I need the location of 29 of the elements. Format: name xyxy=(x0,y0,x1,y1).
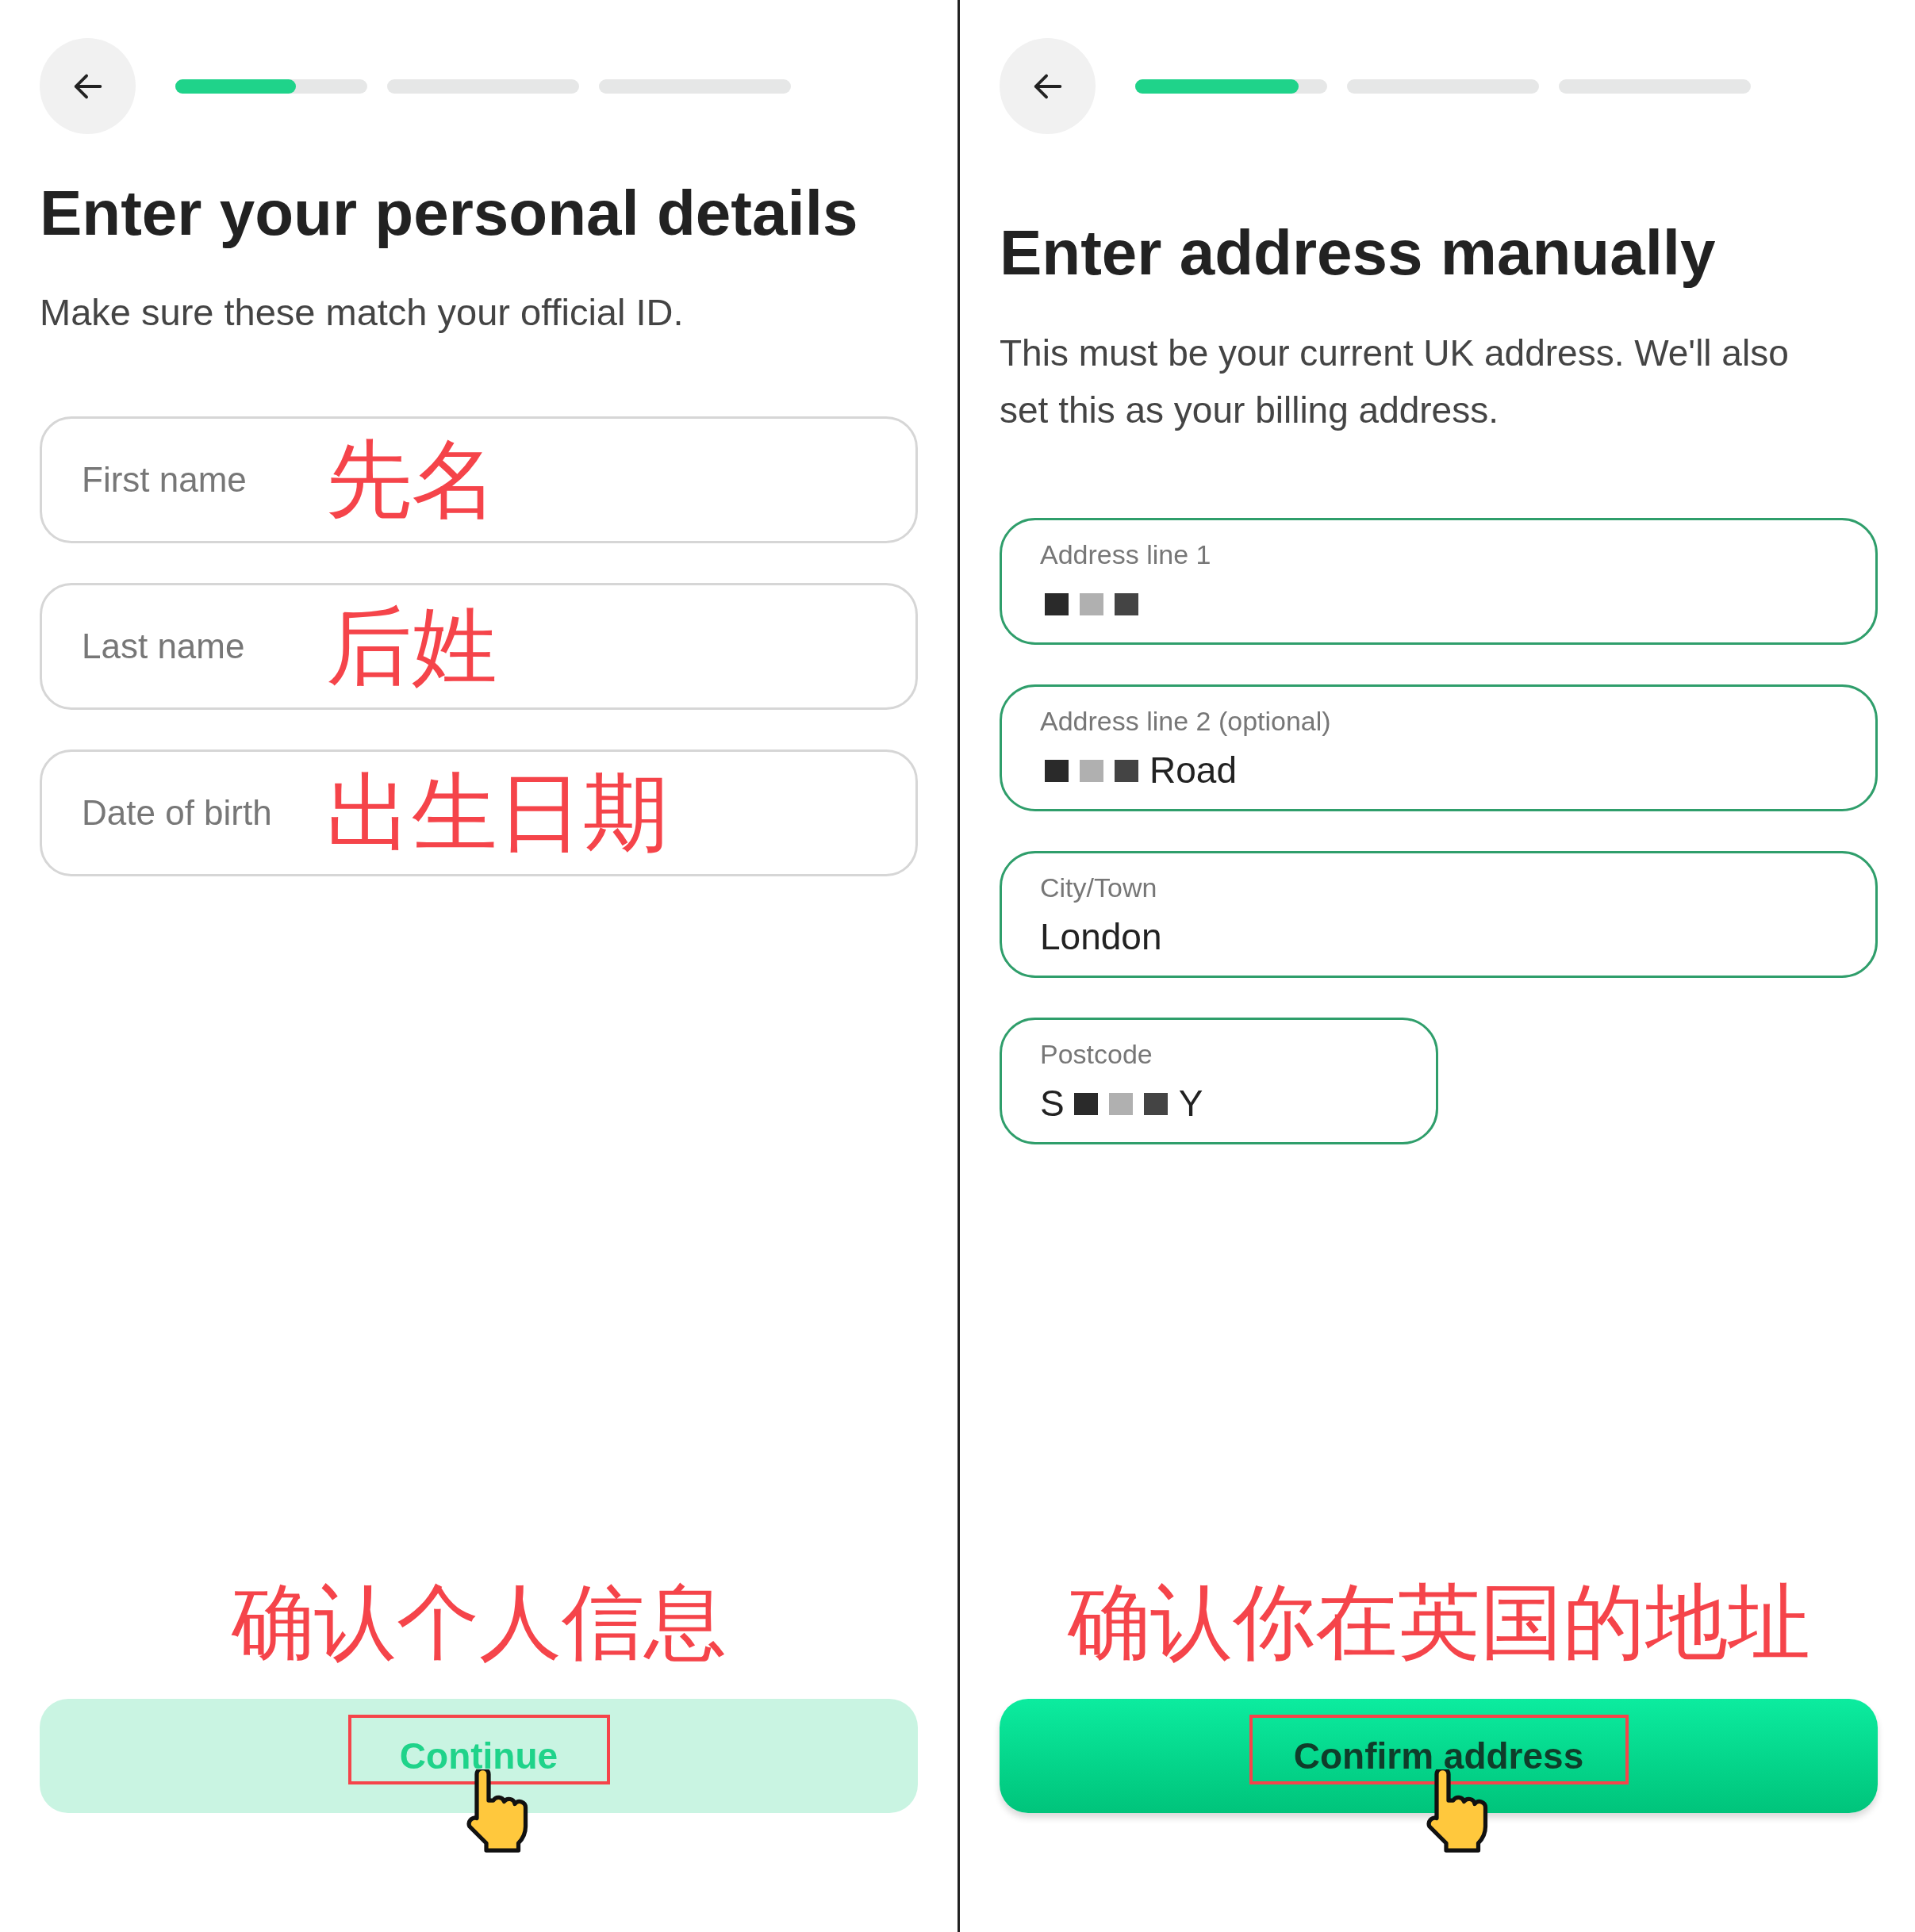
page-subtitle: This must be your current UK address. We'll also set this as your billing address. xyxy=(1000,332,1790,432)
annotation-text: 确认个人信息 xyxy=(230,1581,727,1663)
field-label: Address line 2 (optional) xyxy=(1040,705,1332,738)
field-label: City/Town xyxy=(1040,872,1158,904)
page-subtitle: Make sure these match your official ID. xyxy=(40,290,685,335)
text-field[interactable]: Address line 2 (optional) Road xyxy=(1000,684,1878,811)
text-field[interactable]: First name 先名 xyxy=(40,416,918,543)
page-title: Enter address manually xyxy=(1000,217,1717,289)
primary-button[interactable]: Confirm address xyxy=(1000,1699,1878,1813)
field-value: London xyxy=(1040,914,1162,959)
text-field[interactable]: City/Town London xyxy=(1000,851,1878,978)
annotation-text: 后姓 xyxy=(326,603,497,689)
field-value: Y xyxy=(1178,1081,1203,1125)
field-placeholder: Date of birth xyxy=(82,792,273,834)
field-value: S xyxy=(1040,1081,1065,1125)
text-field[interactable]: Date of birth 出生日期 xyxy=(40,749,918,876)
field-label: Postcode xyxy=(1040,1038,1153,1071)
field-value: Road xyxy=(1149,748,1237,792)
text-field[interactable]: Postcode S Y xyxy=(1000,1018,1438,1144)
annotation-text: 先名 xyxy=(326,436,497,523)
field-label: Address line 1 xyxy=(1040,539,1212,571)
annotation-text: 出生日期 xyxy=(326,769,669,856)
annotation-text: 确认你在英国的地址 xyxy=(1066,1581,1811,1663)
field-placeholder: Last name xyxy=(82,625,246,667)
page-title: Enter your personal details xyxy=(40,177,859,250)
text-field[interactable]: Address line 1 xyxy=(1000,518,1878,645)
primary-button: Continue xyxy=(40,1699,918,1813)
field-placeholder: First name xyxy=(82,458,248,500)
text-field[interactable]: Last name 后姓 xyxy=(40,582,918,710)
